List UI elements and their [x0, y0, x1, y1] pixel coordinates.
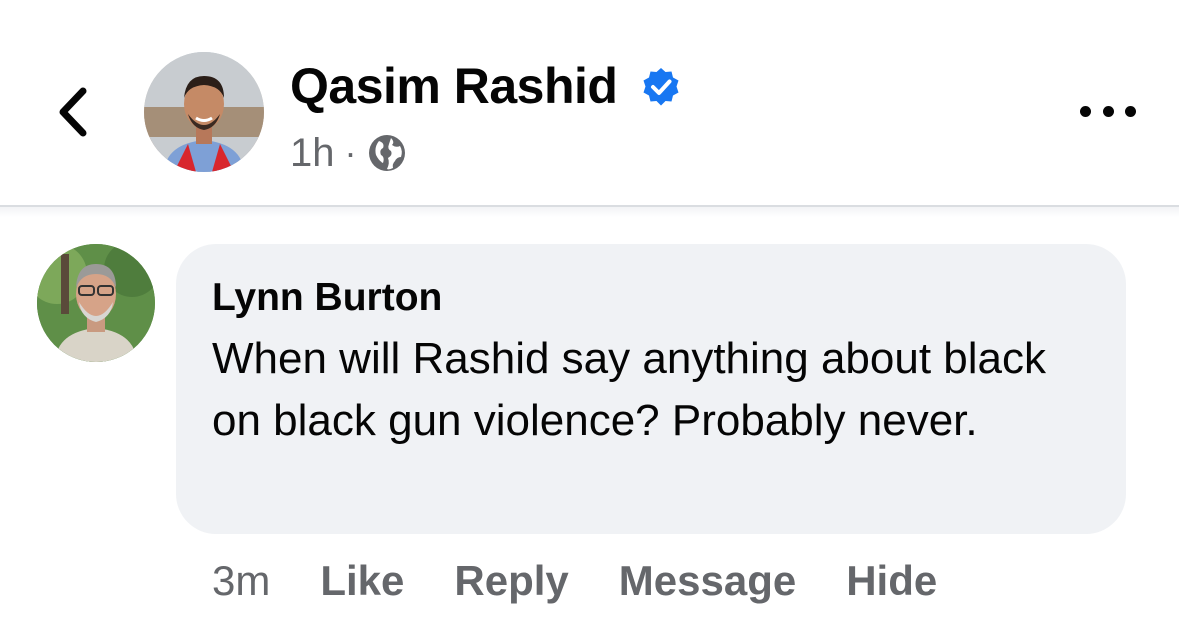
commenter-name[interactable]: Lynn Burton	[212, 274, 1090, 322]
more-options-button[interactable]	[1080, 96, 1136, 126]
more-horizontal-icon	[1102, 105, 1114, 117]
back-button[interactable]	[50, 82, 94, 142]
meta-separator: ·	[344, 132, 357, 173]
message-button[interactable]: Message	[619, 557, 796, 605]
commenter-avatar[interactable]	[37, 244, 155, 362]
post-header: Qasim Rashid 1h ·	[0, 0, 1179, 205]
chevron-left-icon	[59, 87, 87, 137]
more-horizontal-icon	[1125, 105, 1136, 117]
verified-badge-icon	[643, 68, 679, 106]
header-shadow	[0, 207, 1179, 217]
comment-text: When will Rashid say anything about blac…	[212, 334, 1047, 445]
reply-button[interactable]: Reply	[454, 557, 568, 605]
author-photo	[144, 52, 264, 172]
comment-actions: 3m Like Reply Message Hide	[212, 553, 987, 609]
comment-bubble[interactable]: Lynn Burton When will Rashid say anythin…	[176, 244, 1126, 534]
globe-icon	[368, 135, 405, 171]
like-button[interactable]: Like	[320, 557, 404, 605]
comment-time[interactable]: 3m	[212, 557, 270, 605]
author-name[interactable]: Qasim Rashid	[290, 56, 618, 116]
hide-button[interactable]: Hide	[846, 557, 937, 605]
author-avatar[interactable]	[144, 52, 264, 172]
post-meta: 1h ·	[290, 128, 407, 178]
commenter-photo	[37, 244, 155, 362]
post-time[interactable]: 1h	[290, 131, 335, 176]
more-horizontal-icon	[1080, 105, 1091, 117]
